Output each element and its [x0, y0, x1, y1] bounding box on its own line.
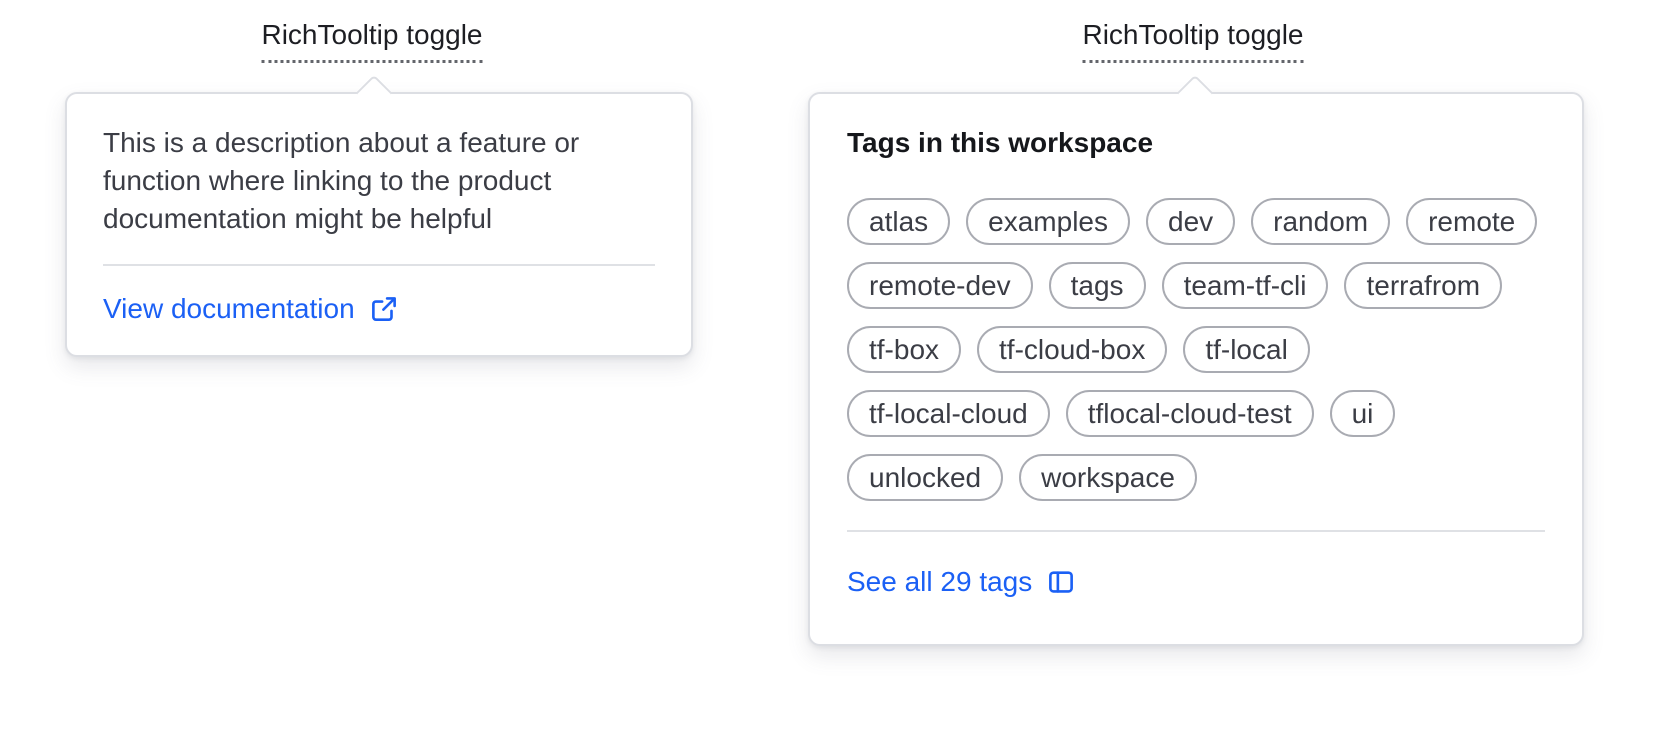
tag-pill: tags — [1048, 262, 1146, 309]
tooltip-description: This is a description about a feature or… — [103, 127, 580, 234]
tag-pill: unlocked — [847, 454, 1004, 501]
tag-row: unlocked workspace — [847, 454, 1545, 501]
tag-pill: tf-cloud-box — [977, 326, 1168, 373]
richtooltip-toggle-right[interactable]: RichTooltip toggle — [1082, 16, 1304, 63]
tag-row: tf-box tf-cloud-box tf-local — [847, 326, 1545, 373]
view-documentation-label: View documentation — [103, 293, 355, 324]
tag-pill: dev — [1146, 198, 1236, 245]
sidebar-icon — [1032, 567, 1076, 597]
richtooltip-popover-left: This is a description about a feature or… — [65, 74, 693, 357]
view-documentation-link[interactable]: View documentation — [103, 290, 399, 328]
external-link-icon — [355, 294, 399, 324]
see-all-tags-link[interactable]: See all 29 tags — [847, 563, 1076, 601]
tag-pill: team-tf-cli — [1161, 262, 1329, 309]
richtooltip-toggle-left[interactable]: RichTooltip toggle — [261, 16, 483, 63]
tag-pill: tf-local-cloud — [847, 390, 1050, 437]
tag-pill: tflocal-cloud-test — [1065, 390, 1314, 437]
richtooltip-popover-right: Tags in this workspace atlas examples dev r… — [808, 74, 1584, 646]
tag-pill: ui — [1329, 390, 1396, 437]
tag-pill: tf-box — [847, 326, 962, 373]
tag-row: tf-local-cloud tflocal-cloud-test ui — [847, 390, 1545, 437]
tooltip-arrow — [1176, 74, 1214, 112]
tag-pill: workspace — [1019, 454, 1197, 501]
page-canvas: RichTooltip toggle This is a description… — [0, 0, 1672, 734]
tag-pill: random — [1251, 198, 1391, 245]
see-all-tags-label: See all 29 tags — [847, 566, 1033, 597]
divider — [103, 264, 655, 266]
tags-heading: Tags in this workspace — [847, 127, 1154, 158]
tag-row: remote-dev tags team-tf-cli terrafrom — [847, 262, 1545, 309]
tag-pill: remote-dev — [847, 262, 1033, 309]
divider — [847, 530, 1545, 532]
tag-row: atlas examples dev random remote — [847, 198, 1545, 245]
tags-container: atlas examples dev random remote remote-dev ta… — [847, 198, 1545, 501]
tag-pill: terrafrom — [1344, 262, 1503, 309]
tag-pill: remote — [1406, 198, 1538, 245]
tag-pill: examples — [966, 198, 1130, 245]
tooltip-arrow — [355, 74, 393, 112]
tag-pill: atlas — [847, 198, 951, 245]
tag-pill: tf-local — [1183, 326, 1310, 373]
